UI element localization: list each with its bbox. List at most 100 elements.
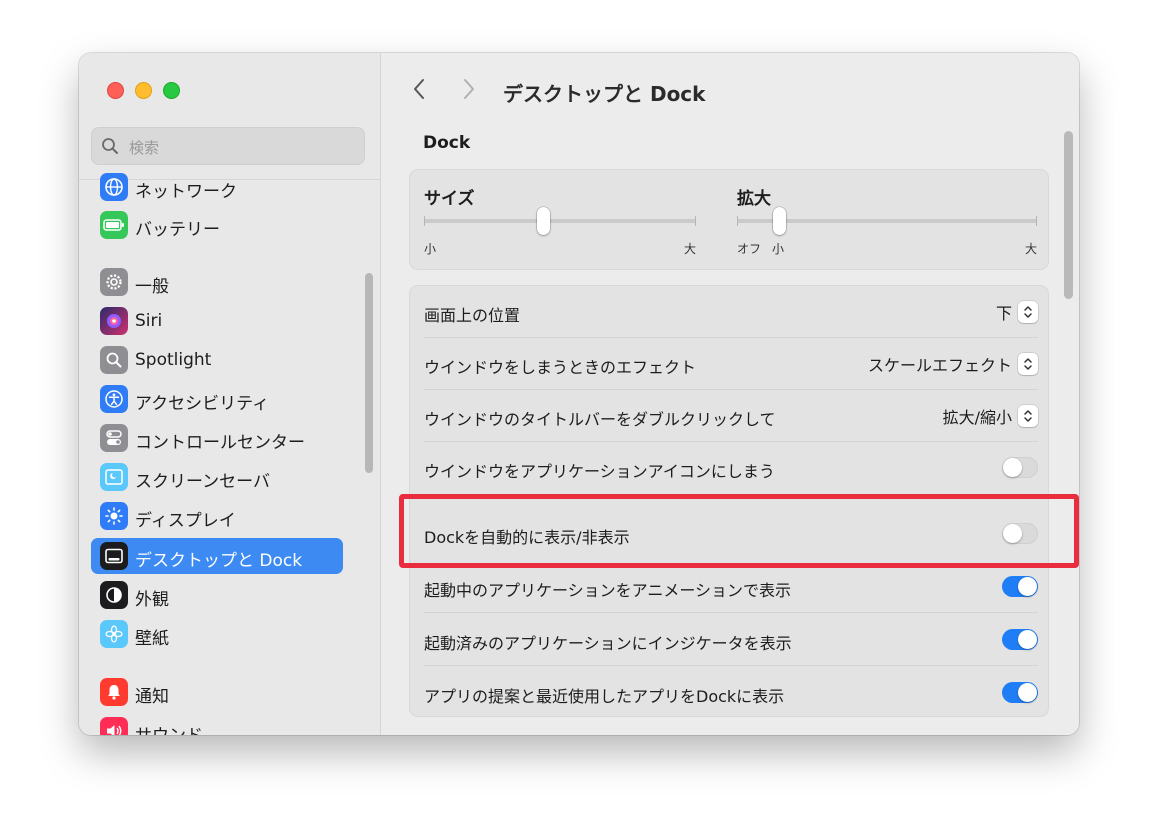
chevron-updown-icon (1018, 353, 1038, 375)
size-slider-tick (424, 216, 425, 226)
sidebar-item-displays[interactable]: ディスプレイ (91, 498, 343, 534)
speaker-icon (100, 717, 128, 735)
animate-opening-apps-toggle[interactable] (1002, 576, 1038, 597)
row-show-suggested-apps: アプリの提案と最近使用したアプリをDockに表示 (424, 667, 1038, 719)
globe-icon (100, 173, 128, 201)
dock-size-card: サイズ 小 大 拡大 オフ 小 大 (409, 169, 1049, 270)
sidebar-item-siri[interactable]: Siri (91, 303, 343, 339)
gear-icon (100, 268, 128, 296)
close-button[interactable] (107, 82, 124, 99)
content-scrollbar[interactable] (1064, 131, 1073, 299)
sidebar-item-control-center[interactable]: コントロールセンター (91, 420, 343, 456)
magnify-slider-thumb[interactable] (772, 207, 786, 235)
magnify-slider-label: 拡大 (737, 189, 771, 209)
sidebar-item-label: コントロールセンター (135, 433, 305, 453)
chevron-left-icon[interactable] (411, 77, 427, 105)
sidebar-item-appearance[interactable]: 外観 (91, 577, 343, 613)
popup-value: スケールエフェクト (867, 356, 1012, 375)
auto-hide-dock-toggle[interactable] (1002, 523, 1038, 544)
toggle-knob (1003, 524, 1022, 543)
row-minimize-effect: ウインドウをしまうときのエフェクト スケールエフェクト (424, 338, 1038, 390)
row-label: アプリの提案と最近使用したアプリをDockに表示 (424, 687, 785, 706)
size-slider-min-label: 小 (424, 242, 437, 256)
system-settings-window: 検索 ネットワーク バッテリー 一般 Siri Spotlight アクセシビリ… (79, 53, 1079, 735)
row-label: Dockを自動的に表示/非表示 (424, 528, 630, 547)
show-indicators-toggle[interactable] (1002, 629, 1038, 650)
row-animate-opening-apps: 起動中のアプリケーションをアニメーションで表示 (424, 561, 1038, 613)
size-slider-label: サイズ (424, 189, 475, 209)
sidebar-item-general[interactable]: 一般 (91, 264, 343, 300)
chevron-right-icon[interactable] (461, 77, 477, 105)
row-label: 起動済みのアプリケーションにインジケータを表示 (424, 634, 792, 653)
sidebar-item-sound[interactable]: サウンド (91, 713, 343, 735)
sidebar-item-label: アクセシビリティ (135, 394, 270, 414)
minimize-button[interactable] (135, 82, 152, 99)
minimize-into-app-icon-toggle[interactable] (1002, 457, 1038, 478)
sidebar-scrollbar[interactable] (365, 273, 373, 473)
size-slider-max-label: 大 (684, 242, 697, 256)
toggle-knob (1003, 458, 1022, 477)
size-slider-track[interactable] (424, 219, 696, 223)
show-suggested-apps-toggle[interactable] (1002, 682, 1038, 703)
size-slider-tick (695, 216, 696, 226)
sidebar-item-label: バッテリー (135, 220, 220, 240)
size-slider-thumb[interactable] (537, 207, 551, 235)
minimize-effect-popup[interactable]: スケールエフェクト (868, 352, 1038, 376)
dock-icon (100, 542, 128, 570)
sidebar-item-label: スクリーンセーバ (135, 472, 270, 492)
toggle-knob (1018, 683, 1037, 702)
sidebar-item-label: Siri (135, 311, 163, 331)
chevron-updown-icon (1018, 405, 1038, 427)
sidebar-item-network[interactable]: ネットワーク (91, 169, 343, 205)
magnify-slider-tick (737, 216, 738, 226)
popup-value: 下 (995, 304, 1012, 323)
search-icon (101, 137, 119, 159)
sidebar-item-notifications[interactable]: 通知 (91, 674, 343, 710)
row-label: ウインドウのタイトルバーをダブルクリックして (424, 410, 776, 429)
sidebar-item-spotlight[interactable]: Spotlight (91, 342, 343, 378)
magnify-slider-max-label: 大 (1025, 242, 1038, 256)
row-label: 起動中のアプリケーションをアニメーションで表示 (424, 581, 792, 600)
sun-icon (100, 502, 128, 530)
row-label: ウインドウをアプリケーションアイコンにしまう (424, 462, 775, 481)
row-position-on-screen: 画面上の位置 下 (424, 286, 1038, 338)
sidebar-item-wallpaper[interactable]: 壁紙 (91, 616, 343, 652)
section-title-dock: Dock (423, 133, 471, 153)
screensaver-icon (100, 463, 128, 491)
toggles-icon (100, 424, 128, 452)
sidebar-item-desktop-dock[interactable]: デスクトップと Dock (91, 538, 343, 574)
flower-icon (100, 620, 128, 648)
dock-options-card: 画面上の位置 下 ウインドウをしまうときのエフェクト スケールエフェクト ウイン… (409, 285, 1049, 717)
position-popup[interactable]: 下 (996, 300, 1038, 324)
accessibility-icon (100, 385, 128, 413)
sidebar-item-label: ディスプレイ (135, 511, 236, 531)
toggle-knob (1018, 630, 1037, 649)
row-label: ウインドウをしまうときのエフェクト (424, 358, 697, 377)
row-show-indicators: 起動済みのアプリケーションにインジケータを表示 (424, 614, 1038, 666)
sidebar-item-label: 壁紙 (135, 629, 169, 649)
search-field[interactable]: 検索 (91, 127, 365, 165)
row-divider (424, 612, 1038, 613)
content-pane: デスクトップと Dock Dock サイズ 小 大 拡大 オフ 小 大 画面上の… (381, 53, 1079, 735)
magnify-slider-tick (1036, 216, 1037, 226)
sidebar-item-accessibility[interactable]: アクセシビリティ (91, 381, 343, 417)
magnify-slider-min-label: 小 (772, 242, 785, 256)
search-placeholder: 検索 (129, 139, 160, 157)
row-auto-hide-dock: Dockを自動的に表示/非表示 (424, 508, 1038, 560)
popup-value: 拡大/縮小 (942, 408, 1012, 427)
row-divider (424, 665, 1038, 666)
magnify-slider-off-label: オフ (737, 242, 762, 256)
battery-icon (100, 211, 128, 239)
double-click-popup[interactable]: 拡大/縮小 (943, 404, 1038, 428)
row-double-click-titlebar: ウインドウのタイトルバーをダブルクリックして 拡大/縮小 (424, 390, 1038, 442)
sidebar-item-label: デスクトップと Dock (135, 551, 303, 571)
row-label: 画面上の位置 (424, 306, 521, 325)
sidebar-item-screensaver[interactable]: スクリーンセーバ (91, 459, 343, 495)
zoom-button[interactable] (163, 82, 180, 99)
sidebar-item-battery[interactable]: バッテリー (91, 207, 343, 243)
sidebar-item-label: 通知 (135, 687, 169, 707)
sidebar-item-label: ネットワーク (135, 182, 237, 202)
sidebar-item-label: 外観 (135, 590, 169, 610)
page-title: デスクトップと Dock (503, 82, 706, 106)
appearance-icon (100, 581, 128, 609)
